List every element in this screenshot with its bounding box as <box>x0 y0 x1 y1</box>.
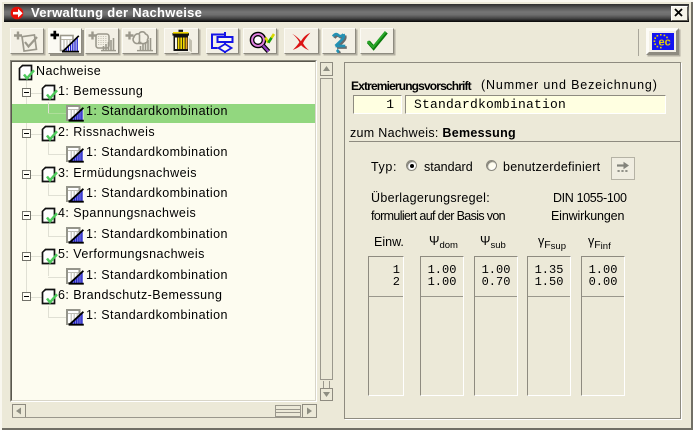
svg-text:ec: ec <box>659 37 671 49</box>
